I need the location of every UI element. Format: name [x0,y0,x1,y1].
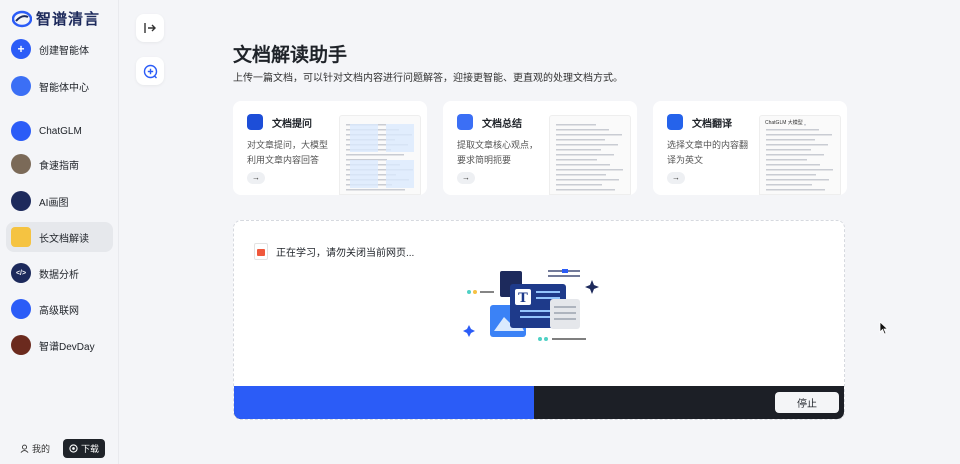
sidebar-footer: 我的 下载 [0,432,119,464]
card-header: 文档总结 [457,114,522,130]
sidebar-item-3[interactable]: 食速指南 [6,149,113,179]
sidebar: 智谱清言 + 创建智能体智能体中心 ChatGLM 食速指南 AI画图长文档解读 </> 数… [0,0,119,464]
sidebar-item-1[interactable]: 智能体中心 [6,71,113,101]
expand-panel-icon [144,23,156,33]
card-arrow-button[interactable]: → [247,172,265,184]
feature-card-2[interactable]: 文档翻译选择文章中的内容翻译为英文 → ChatGLM 大模型 [653,101,847,195]
doc-summary-icon [457,114,473,130]
svg-text:T: T [518,291,528,306]
card-preview-thumbnail: ChatGLM 大模型 [759,115,841,195]
brand-name: 智谱清言 [36,11,101,28]
sidebar-item-label: 食速指南 [39,160,79,172]
file-status-text: 正在学习，请勿关闭当前网页... [276,248,415,259]
folder-icon [11,227,31,247]
doc-question-icon [247,114,263,130]
paint-icon [11,191,31,211]
plus-icon: + [11,39,31,59]
new-chat-icon [143,64,157,78]
chatglm-icon [11,121,31,141]
sidebar-item-6[interactable]: </> 数据分析 [6,258,113,288]
new-chat-button[interactable] [136,57,164,85]
upload-area[interactable]: 正在学习，请勿关闭当前网页... T 停止 [233,220,845,420]
card-title: 文档总结 [482,118,522,130]
sidebar-item-7[interactable]: 高级联网 [6,294,113,324]
card-description: 对文章提问，大模型利用文章内容回答 [247,140,329,165]
stop-button[interactable]: 停止 [775,392,839,413]
page-title: 文档解读助手 [233,45,348,66]
mine-button[interactable]: 我的 [20,442,50,455]
feature-card-0[interactable]: 文档提问对文章提问，大模型利用文章内容回答 → [233,101,427,195]
card-header: 文档提问 [247,114,312,130]
download-icon [69,443,78,453]
sidebar-item-label: ChatGLM [39,125,82,137]
document-preview-icon [766,124,833,191]
sidebar-item-label: AI画图 [39,197,69,209]
page-subtitle: 上传一篇文档，可以针对文档内容进行问题解答，迎接更智能、更直观的处理文档方式。 [233,73,623,84]
file-status-row: 正在学习，请勿关闭当前网页... [254,243,414,260]
user-icon [20,444,29,453]
card-arrow-button[interactable]: → [667,172,685,184]
sidebar-item-0[interactable]: + 创建智能体 [6,34,113,64]
code-icon: </> [11,263,31,283]
feature-card-1[interactable]: 文档总结提取文章核心观点，要求简明扼要 → [443,101,637,195]
mine-label: 我的 [32,443,51,454]
card-title: 文档翻译 [692,118,732,130]
sidebar-item-label: 智谱DevDay [39,341,95,353]
zhipu-logo-icon [12,10,32,27]
card-description: 选择文章中的内容翻译为英文 [667,140,749,165]
progress-fill [234,386,534,419]
sidebar-item-label: 高级联网 [39,305,79,317]
thumbnail-title: ChatGLM 大模型 [764,118,804,127]
card-title: 文档提问 [272,118,312,130]
card-arrow-button[interactable]: → [457,172,475,184]
sidebar-item-label: 长文档解读 [39,233,89,245]
download-label: 下载 [80,443,99,454]
download-button[interactable]: 下载 [62,438,105,458]
document-preview-icon [346,124,414,191]
document-preview-icon [556,124,623,191]
sidebar-item-label: 数据分析 [39,269,79,281]
brand-logo[interactable]: 智谱清言 [12,8,100,29]
card-header: 文档翻译 [667,114,732,130]
globe-icon [11,299,31,319]
devday-icon [11,335,31,355]
sidebar-item-label: 智能体中心 [39,82,89,94]
document-illustration-icon: T [463,269,599,341]
mouse-cursor-icon [879,321,889,335]
card-preview-thumbnail [339,115,421,195]
sidebar-item-4[interactable]: AI画图 [6,186,113,216]
apps-icon [11,76,31,96]
pdf-file-icon [254,243,268,260]
collapse-sidebar-button[interactable] [136,14,164,42]
food-icon [11,154,31,174]
sidebar-item-label: 创建智能体 [39,45,89,57]
sidebar-item-5[interactable]: 长文档解读 [6,222,113,252]
translate-icon [667,114,683,130]
card-preview-thumbnail [549,115,631,195]
sidebar-item-8[interactable]: 智谱DevDay [6,330,113,360]
progress-bar: 停止 [234,386,844,419]
card-description: 提取文章核心观点，要求简明扼要 [457,140,539,165]
sidebar-item-2[interactable]: ChatGLM [6,116,113,146]
